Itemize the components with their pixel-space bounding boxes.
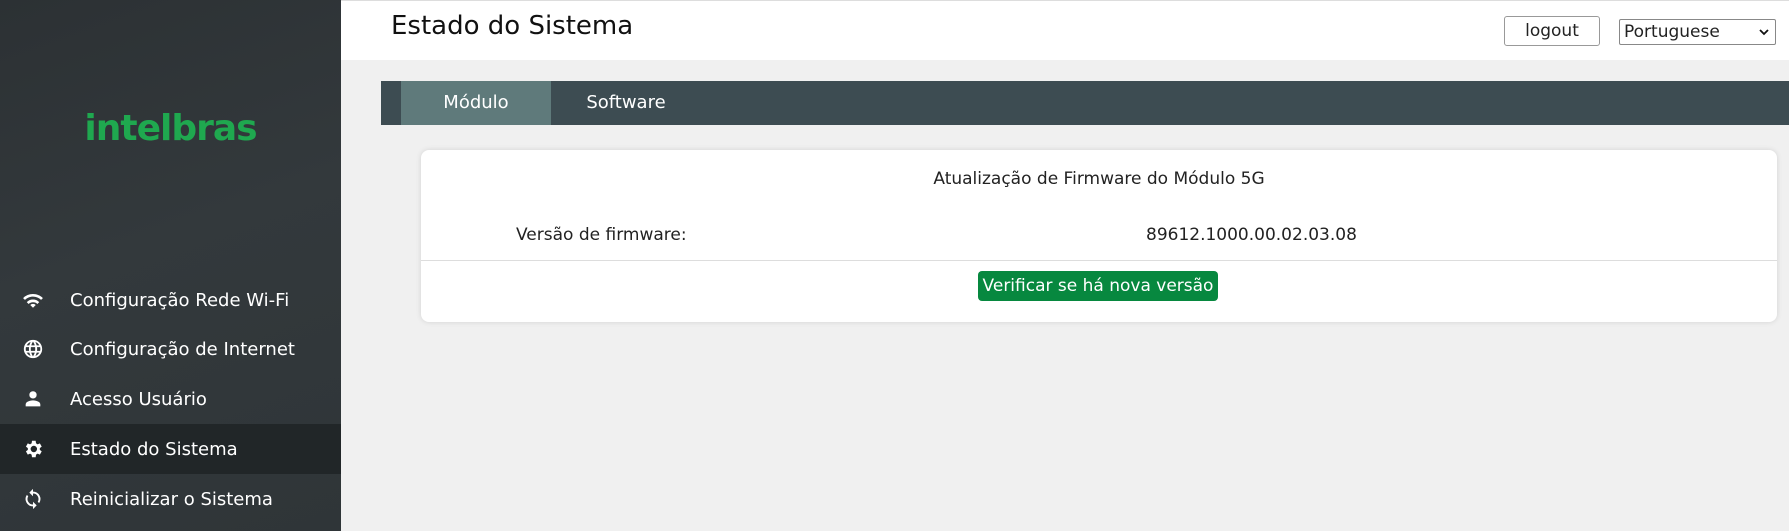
divider (421, 260, 1777, 261)
language-select[interactable]: Portuguese (1619, 19, 1776, 45)
refresh-icon (21, 487, 45, 511)
firmware-version-label: Versão de firmware: (516, 225, 687, 245)
gear-icon (21, 437, 45, 461)
tab-software[interactable]: Software (551, 81, 701, 125)
wifi-icon (21, 288, 45, 312)
sidebar-item-label: Reinicializar o Sistema (70, 488, 273, 510)
tab-bar: Módulo Software (381, 81, 1789, 125)
tab-modulo[interactable]: Módulo (401, 81, 551, 125)
sidebar-item-label: Estado do Sistema (70, 438, 238, 460)
sidebar-item-internet-config[interactable]: Configuração de Internet (0, 324, 341, 374)
user-icon (21, 387, 45, 411)
sidebar-nav: Configuração Rede Wi-Fi Configuração de … (0, 276, 341, 524)
check-new-version-button[interactable]: Verificar se há nova versão (978, 271, 1218, 301)
sidebar-item-label: Configuração Rede Wi-Fi (70, 289, 290, 311)
globe-icon (21, 337, 45, 361)
firmware-update-card: Atualização de Firmware do Módulo 5G Ver… (421, 150, 1777, 322)
sidebar-item-wifi-config[interactable]: Configuração Rede Wi-Fi (0, 276, 341, 324)
sidebar-item-reboot-system[interactable]: Reinicializar o Sistema (0, 474, 341, 524)
chevron-down-icon (1759, 29, 1769, 36)
sidebar-item-system-status[interactable]: Estado do Sistema (0, 424, 341, 474)
language-select-value: Portuguese (1624, 22, 1720, 42)
sidebar: intelbras Configuração Rede Wi-Fi Config… (0, 0, 341, 531)
sidebar-item-label: Configuração de Internet (70, 338, 295, 360)
firmware-version-value: 89612.1000.00.02.03.08 (1146, 225, 1357, 245)
top-header: Estado do Sistema logout Portuguese (341, 0, 1789, 60)
sidebar-item-label: Acesso Usuário (70, 388, 207, 410)
logout-button[interactable]: logout (1504, 16, 1600, 46)
card-title: Atualização de Firmware do Módulo 5G (933, 169, 1265, 189)
page-title: Estado do Sistema (391, 11, 634, 41)
intelbras-logo: intelbras (84, 108, 257, 149)
sidebar-item-user-access[interactable]: Acesso Usuário (0, 374, 341, 424)
